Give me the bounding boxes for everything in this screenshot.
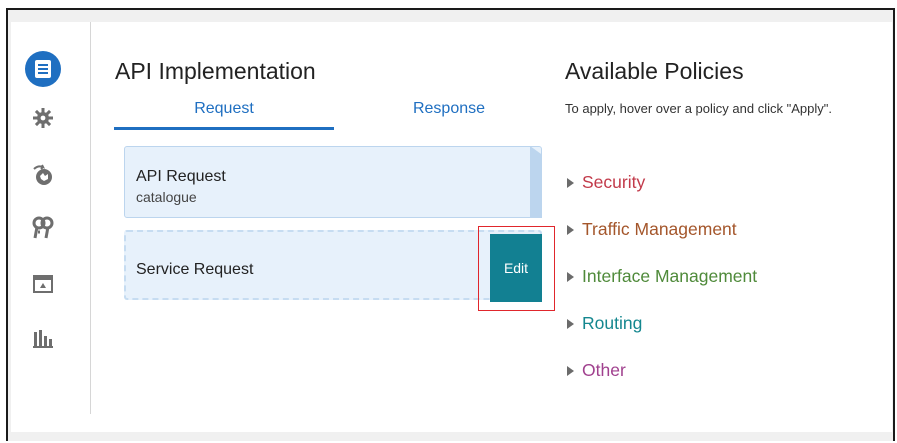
policy-interface-management[interactable]: Interface Management: [567, 266, 757, 287]
policies-hint: To apply, hover over a policy and click …: [565, 101, 832, 116]
service-request-title: Service Request: [136, 261, 254, 278]
sidebar-item-keys[interactable]: [25, 210, 61, 246]
tab-request[interactable]: Request: [114, 100, 334, 130]
caret-right-icon: [567, 177, 574, 188]
caret-right-icon: [567, 318, 574, 329]
card-tab-edge: [530, 146, 542, 218]
caret-right-icon: [567, 271, 574, 282]
sidebar-item-settings[interactable]: [25, 100, 61, 136]
portal-icon: [33, 275, 53, 293]
policy-routing-label: Routing: [582, 313, 643, 333]
api-request-title: API Request: [136, 168, 226, 185]
sidebar-item-analytics[interactable]: [25, 320, 61, 356]
api-request-subtitle: catalogue: [136, 189, 197, 205]
policy-other-label: Other: [582, 360, 626, 380]
sidebar-item-api-implementation[interactable]: [25, 51, 61, 87]
policy-other[interactable]: Other: [567, 360, 626, 381]
policy-routing[interactable]: Routing: [567, 313, 642, 334]
page-title: API Implementation: [115, 58, 316, 84]
analytics-chart-icon: [33, 330, 53, 348]
api-implementation-icon: [35, 60, 51, 78]
edit-highlight-box: [478, 226, 555, 311]
request-response-tabs: Request Response: [114, 100, 494, 130]
caret-right-icon: [567, 365, 574, 376]
policy-traffic-management-label: Traffic Management: [582, 219, 737, 239]
api-request-card[interactable]: API Request catalogue: [124, 146, 542, 218]
keys-icon: [32, 216, 54, 239]
sidebar-item-portal[interactable]: [25, 266, 61, 302]
policy-security[interactable]: Security: [567, 172, 645, 193]
gear-icon: [33, 108, 53, 128]
policy-traffic-management[interactable]: Traffic Management: [567, 219, 737, 240]
tab-response[interactable]: Response: [389, 100, 509, 130]
deployments-icon: [33, 164, 52, 185]
caret-right-icon: [567, 224, 574, 235]
policy-interface-management-label: Interface Management: [582, 266, 758, 286]
sidebar-item-deployments[interactable]: [25, 157, 61, 193]
main-panel: API Implementation Request Response API …: [11, 22, 892, 432]
policy-security-label: Security: [582, 172, 646, 192]
sidebar-rail: [11, 22, 91, 414]
policies-title: Available Policies: [565, 58, 744, 84]
